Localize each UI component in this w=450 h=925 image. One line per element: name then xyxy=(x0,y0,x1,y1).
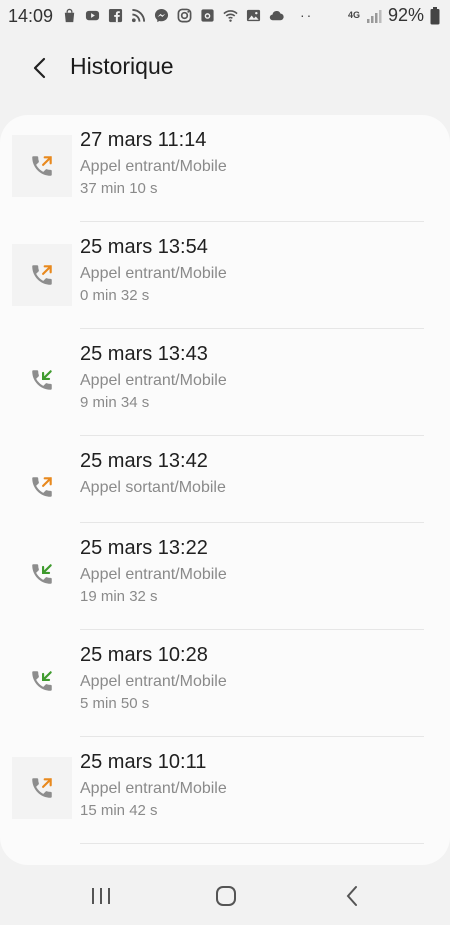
app-header: Historique xyxy=(0,40,450,96)
recent-apps-button[interactable] xyxy=(81,880,121,912)
call-type-icon-container xyxy=(12,757,72,819)
call-row[interactable]: 25 mars 13:42 Appel sortant/Mobile xyxy=(0,436,450,523)
call-date: 25 mars 13:22 xyxy=(80,537,208,559)
call-duration: 19 min 32 s xyxy=(80,588,158,605)
call-date: 25 mars 13:54 xyxy=(80,236,208,258)
status-bar: 14:09 ·· 4G 92% xyxy=(0,0,450,32)
facebook-icon xyxy=(108,8,123,22)
call-type: Appel sortant/Mobile xyxy=(80,479,226,496)
signal-icon xyxy=(366,9,382,23)
battery-percent: 92% xyxy=(387,5,424,25)
call-duration: 9 min 34 s xyxy=(80,394,150,411)
gallery-icon xyxy=(246,9,261,21)
back-nav-button[interactable] xyxy=(332,880,372,912)
call-duration: 0 min 32 s xyxy=(80,287,150,304)
back-button[interactable] xyxy=(22,50,58,86)
call-type: Appel entrant/Mobile xyxy=(80,566,227,583)
call-date: 25 mars 10:28 xyxy=(80,644,208,666)
divider xyxy=(80,843,424,844)
call-duration: 5 min 50 s xyxy=(80,695,150,712)
call-type: Appel entrant/Mobile xyxy=(80,673,227,690)
call-type-icon-container xyxy=(12,244,72,306)
call-type-icon-container xyxy=(12,135,72,197)
call-date: 27 mars 11:14 xyxy=(80,129,207,151)
more-notifications-icon: ·· xyxy=(300,7,314,23)
network-type: 4G xyxy=(347,10,360,20)
back-nav-icon xyxy=(346,886,357,906)
wifi-calling-icon xyxy=(223,9,238,22)
incoming-call-icon xyxy=(32,671,52,691)
call-row[interactable]: 25 mars 13:54 Appel entrant/Mobile 0 min 3… xyxy=(0,222,450,329)
call-row[interactable]: 27 mars 11:14 Appel entrant/Mobile 37 min … xyxy=(0,115,450,222)
call-duration: 15 min 42 s xyxy=(80,802,158,819)
camera-app-icon xyxy=(201,8,214,22)
recent-apps-icon xyxy=(92,888,110,904)
notification-icons: ·· xyxy=(62,7,313,23)
outgoing-call-icon xyxy=(32,265,52,285)
incoming-call-icon xyxy=(32,564,52,584)
instagram-icon xyxy=(177,8,192,22)
call-type-icon-container xyxy=(12,650,72,712)
call-history-list: 27 mars 11:14 Appel entrant/Mobile 37 min … xyxy=(0,115,450,865)
outgoing-call-icon xyxy=(32,156,52,176)
call-type: Appel entrant/Mobile xyxy=(80,265,227,282)
rss-icon xyxy=(131,8,146,22)
call-type: Appel entrant/Mobile xyxy=(80,780,227,797)
outgoing-call-icon xyxy=(32,778,52,798)
shopping-bag-icon xyxy=(64,8,75,22)
battery-icon xyxy=(430,6,440,24)
messenger-icon xyxy=(154,8,169,22)
call-type: Appel entrant/Mobile xyxy=(80,372,227,389)
call-date: 25 mars 13:43 xyxy=(80,343,208,365)
call-date: 25 mars 13:42 xyxy=(80,450,208,472)
status-time: 14:09 xyxy=(8,6,54,26)
call-type-icon-container xyxy=(12,349,72,411)
call-row[interactable]: 25 mars 13:43 Appel entrant/Mobile 9 min 3… xyxy=(0,329,450,436)
call-row[interactable]: 25 mars 13:22 Appel entrant/Mobile 19 min … xyxy=(0,523,450,630)
youtube-icon xyxy=(85,10,100,20)
page-title: Historique xyxy=(70,53,174,79)
cloud-icon xyxy=(269,10,284,20)
incoming-call-icon xyxy=(32,370,52,390)
home-icon xyxy=(216,886,236,906)
call-type-icon-container xyxy=(12,543,72,605)
call-row[interactable]: 25 mars 10:28 Appel entrant/Mobile 5 min 5… xyxy=(0,630,450,737)
home-button[interactable] xyxy=(206,880,246,912)
call-row[interactable]: 25 mars 10:11 Appel entrant/Mobile 15 min … xyxy=(0,737,450,844)
call-date: 25 mars 10:11 xyxy=(80,751,207,773)
call-type-icon-container xyxy=(12,456,72,518)
chevron-left-icon xyxy=(33,57,46,79)
call-type: Appel entrant/Mobile xyxy=(80,158,227,175)
navigation-bar xyxy=(0,868,450,925)
outgoing-call-icon xyxy=(32,477,52,497)
call-duration: 37 min 10 s xyxy=(80,180,158,197)
